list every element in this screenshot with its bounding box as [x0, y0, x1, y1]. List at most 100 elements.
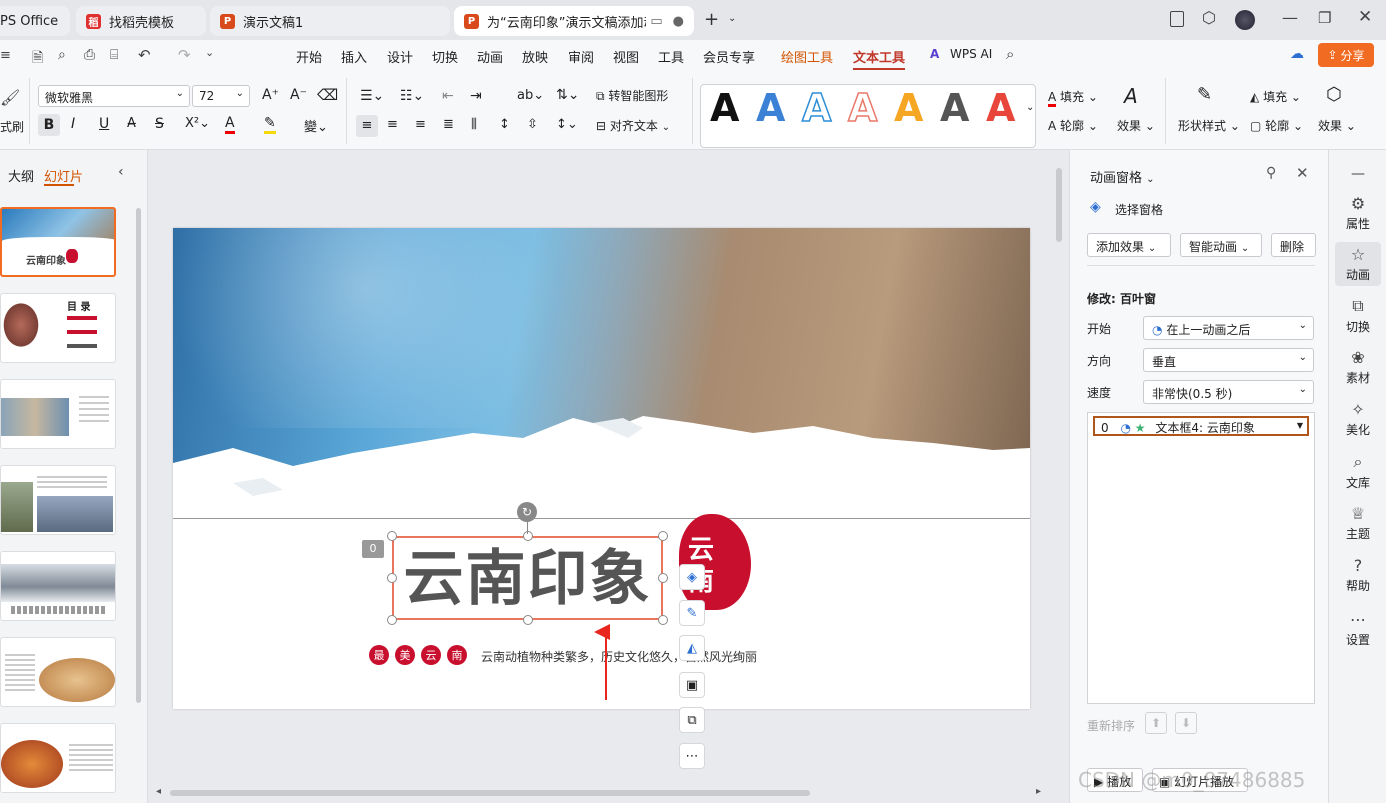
- menu-slideshow[interactable]: 放映: [522, 47, 548, 66]
- paragraph-spacing-icon[interactable]: ⇳: [527, 117, 538, 132]
- bullet-list-icon[interactable]: ☰⌄: [360, 88, 384, 104]
- text-outline-button[interactable]: A 轮廓 ⌄: [1048, 117, 1098, 134]
- slide-thumbnail-3[interactable]: [0, 379, 116, 449]
- fill-bucket-icon[interactable]: ◭: [679, 635, 705, 661]
- wordart-style-blue[interactable]: A: [756, 86, 785, 130]
- save-icon[interactable]: 🗎: [32, 47, 43, 71]
- resize-handle[interactable]: [658, 573, 668, 583]
- sidebar-item-theme[interactable]: ♕ 主题: [1329, 504, 1386, 542]
- resize-handle[interactable]: [387, 531, 397, 541]
- undo-icon[interactable]: ↶: [138, 46, 151, 64]
- pin-icon[interactable]: ⚲: [1266, 165, 1276, 181]
- tab-docer-templates[interactable]: 稻找稻壳模板: [76, 6, 206, 36]
- add-effect-button[interactable]: 添加效果 ⌄: [1087, 233, 1171, 257]
- wordart-style-gray[interactable]: A: [940, 86, 969, 130]
- menu-wps-ai[interactable]: WPS AI: [950, 47, 992, 61]
- decrease-indent-icon[interactable]: ⇤: [442, 88, 454, 104]
- sort-icon[interactable]: ⇅⌄: [556, 87, 579, 103]
- shape-effect-button[interactable]: 效果 ⌄: [1318, 117, 1356, 134]
- wordart-style-blue-outline[interactable]: A: [801, 85, 832, 131]
- collapse-panel-icon[interactable]: ‹: [118, 164, 124, 180]
- print-preview-icon[interactable]: ⌸: [110, 47, 118, 63]
- smart-animation-button[interactable]: 智能动画 ⌄: [1180, 233, 1262, 257]
- clear-format-icon[interactable]: ⌫: [317, 86, 338, 104]
- chevron-down-icon[interactable]: ⌄: [728, 13, 736, 24]
- highlight-icon[interactable]: ✎: [264, 115, 276, 134]
- shape-outline-button[interactable]: ▢ 轮廓 ⌄: [1250, 117, 1303, 134]
- cube-icon[interactable]: ⬡: [1202, 8, 1216, 27]
- sidebar-item-animation[interactable]: ☆ 动画: [1335, 242, 1381, 286]
- layer-icon[interactable]: ◈: [679, 564, 705, 590]
- animation-item[interactable]: 0 ◔ ★ 文本框4: 云南印象 ▼: [1093, 416, 1309, 436]
- sidebar-item-properties[interactable]: ⚙ 属性: [1329, 194, 1386, 232]
- slide-thumbnail-4[interactable]: [0, 465, 116, 535]
- resize-handle[interactable]: [658, 615, 668, 625]
- wordart-style-red-gradient[interactable]: A: [986, 86, 1015, 130]
- sidebar-item-materials[interactable]: ❀ 素材: [1329, 348, 1386, 386]
- close-icon[interactable]: ✕: [1296, 164, 1309, 182]
- menu-drawing-tools[interactable]: 绘图工具: [781, 47, 833, 66]
- shrink-font-icon[interactable]: A⁻: [290, 87, 307, 103]
- font-name-select[interactable]: 微软雅黑 ⌄: [38, 85, 190, 107]
- menu-insert[interactable]: 插入: [341, 47, 367, 66]
- menu-start[interactable]: 开始: [296, 47, 322, 66]
- smart-shape-button[interactable]: ⧉ 转智能图形: [596, 87, 668, 104]
- increase-indent-icon[interactable]: ⇥: [470, 88, 482, 104]
- resize-handle[interactable]: [658, 531, 668, 541]
- tab-wps-office[interactable]: PS Office: [0, 6, 70, 36]
- strikethrough-icon[interactable]: S: [155, 116, 164, 132]
- spacing-menu-icon[interactable]: ↕⌄: [556, 117, 578, 132]
- menu-member[interactable]: 会员专享: [703, 47, 755, 66]
- scroll-left-icon[interactable]: ◂: [156, 786, 161, 797]
- menu-tools[interactable]: 工具: [658, 47, 684, 66]
- wordart-more-icon[interactable]: ⌄: [1026, 102, 1034, 113]
- resize-handle[interactable]: [523, 531, 533, 541]
- animation-order-badge[interactable]: 0: [362, 540, 384, 558]
- horizontal-scrollbar[interactable]: [170, 790, 810, 796]
- italic-icon[interactable]: I: [71, 116, 75, 132]
- menu-design[interactable]: 设计: [387, 47, 413, 66]
- menu-animation[interactable]: 动画: [477, 47, 503, 66]
- avatar[interactable]: [1235, 10, 1255, 30]
- distribute-icon[interactable]: ⫼: [471, 117, 477, 132]
- frame-icon[interactable]: ▣: [679, 672, 705, 698]
- tag-icon[interactable]: ⌕: [58, 47, 66, 63]
- vertical-scrollbar[interactable]: [1056, 168, 1062, 242]
- wordart-style-black[interactable]: A: [710, 86, 739, 130]
- title-textbox[interactable]: 云南印象: [392, 536, 663, 620]
- sidebar-item-library[interactable]: ⌕ 文库: [1329, 452, 1386, 491]
- anim-pane-title[interactable]: 动画窗格 ⌄: [1090, 167, 1155, 186]
- format-painter-label[interactable]: 式刷: [0, 118, 24, 135]
- resize-handle[interactable]: [523, 615, 533, 625]
- align-text-button[interactable]: ⊟ 对齐文本 ⌄: [596, 117, 670, 134]
- slide-thumbnail-5[interactable]: [0, 551, 116, 621]
- grow-font-icon[interactable]: A⁺: [262, 87, 279, 103]
- font-color-icon[interactable]: A: [225, 115, 235, 134]
- scrollbar[interactable]: [136, 208, 141, 703]
- sidebar-item-beautify[interactable]: ✧ 美化: [1329, 400, 1386, 438]
- superscript-icon[interactable]: X²⌄: [185, 116, 210, 131]
- cloud-upload-icon[interactable]: ☁: [1290, 46, 1304, 62]
- text-effect-button[interactable]: 效果 ⌄: [1117, 117, 1155, 134]
- sidebar-item-transition[interactable]: ⧉ 切换: [1329, 296, 1386, 335]
- line-spacing-icon[interactable]: ↕: [499, 117, 510, 132]
- align-right-icon[interactable]: ≡: [415, 117, 426, 132]
- shadow-text-icon[interactable]: A̶: [127, 116, 136, 131]
- menu-transition[interactable]: 切换: [432, 47, 458, 66]
- current-slide[interactable]: 0 云南印象 ↻ 云南 最 美 云 南 云南动植物种类繁多，历史文化悠久，自然风…: [173, 228, 1030, 709]
- scroll-right-icon[interactable]: ▸: [1036, 786, 1041, 797]
- slide-thumbnail-1[interactable]: 云南印象: [0, 207, 116, 277]
- delete-button[interactable]: 删除: [1271, 233, 1316, 257]
- shape-style-button[interactable]: 形状样式 ⌄: [1178, 117, 1240, 134]
- slide-thumbnail-6[interactable]: [0, 637, 116, 707]
- shape-edit-icon[interactable]: ⧉: [679, 707, 705, 733]
- speed-select[interactable]: 非常快(0.5 秒) ⌄: [1143, 380, 1314, 404]
- quick-access-more-icon[interactable]: ⌄: [205, 46, 214, 59]
- slide-thumbnail-7[interactable]: [0, 723, 116, 793]
- redo-icon[interactable]: ↷: [178, 46, 191, 64]
- text-fill-button[interactable]: A 填充 ⌄: [1048, 88, 1098, 107]
- menu-text-tools[interactable]: 文本工具: [853, 47, 905, 66]
- menu-review[interactable]: 审阅: [568, 47, 594, 66]
- collapse-icon[interactable]: —: [1351, 166, 1365, 182]
- wordart-style-red-outline[interactable]: A: [847, 85, 878, 131]
